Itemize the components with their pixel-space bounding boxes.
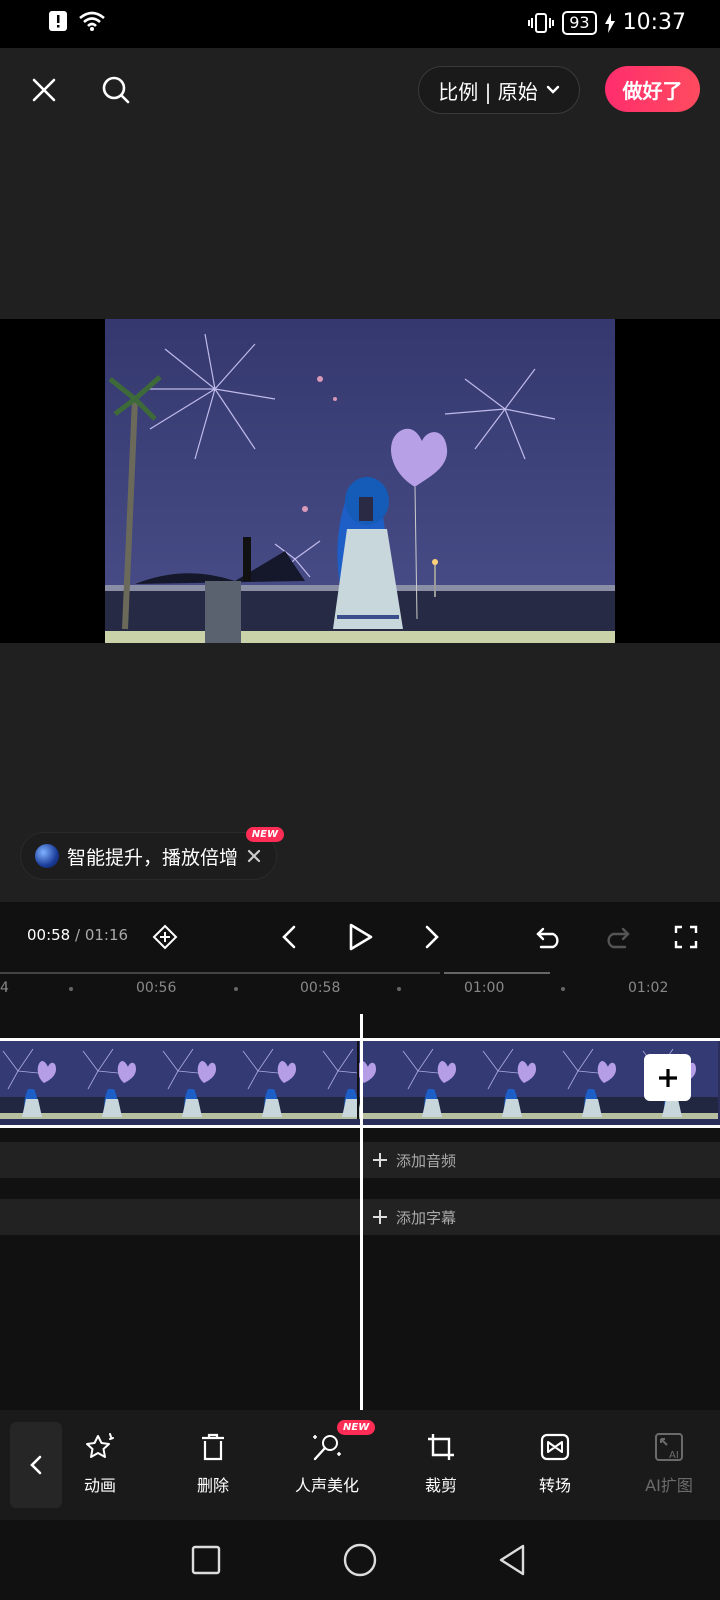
plus-icon [658, 1068, 677, 1087]
video-letterbox [0, 319, 720, 643]
close-icon [32, 78, 56, 102]
system-navigation-bar [0, 1520, 720, 1600]
close-button[interactable] [26, 72, 62, 108]
delete-label: 删除 [196, 1476, 229, 1495]
undo-icon [536, 927, 559, 949]
magic-mic-icon [313, 1435, 341, 1461]
add-audio-button[interactable]: 添加音频 [372, 1142, 456, 1178]
aspect-ratio-dropdown[interactable]: 比例 | 原始 [418, 66, 580, 114]
ruler-label: 00:56 [136, 980, 177, 996]
play-button[interactable] [340, 916, 382, 958]
close-icon[interactable] [246, 848, 262, 864]
add-subtitle-button[interactable]: 添加字幕 [372, 1199, 456, 1235]
done-label: 做好了 [622, 78, 683, 103]
transition-tool[interactable]: 转场 [505, 1432, 605, 1496]
alert-notification-icon [49, 11, 67, 31]
ruler-label: 00:58 [300, 980, 341, 996]
circle-icon [343, 1543, 377, 1577]
keyframe-button[interactable] [148, 920, 182, 954]
edit-toolbar: 动画 删除 人声美化 NEW 裁剪 转场 AI AI扩图 [0, 1410, 720, 1520]
ruler-tick [397, 987, 401, 991]
add-subtitle-label: 添加字幕 [396, 1208, 457, 1227]
plus-icon [373, 1153, 387, 1167]
status-bar: 93 10:37 [0, 0, 720, 48]
ruler-tick [69, 987, 73, 991]
redo-button[interactable] [600, 920, 634, 954]
video-preview[interactable] [105, 319, 615, 643]
new-badge: NEW [337, 1420, 376, 1435]
home-button[interactable] [340, 1540, 380, 1580]
preview-area: 智能提升，播放倍增 NEW [0, 132, 720, 902]
play-icon [349, 923, 373, 951]
ruler-label: 01:02 [628, 980, 669, 996]
timeline-ruler[interactable]: 4 00:56 00:58 01:00 01:02 [0, 972, 720, 1002]
triangle-back-icon [499, 1544, 525, 1576]
smart-boost-banner[interactable]: 智能提升，播放倍增 NEW [20, 827, 285, 880]
vibrate-icon [528, 12, 555, 33]
trash-icon [202, 1433, 224, 1461]
ruler-label: 4 [0, 980, 9, 996]
voice-beautify-label: 人声美化 [294, 1476, 359, 1495]
chevron-right-icon [425, 925, 439, 949]
animation-tool[interactable]: 动画 [50, 1432, 150, 1496]
ruler-label: 01:00 [464, 980, 505, 996]
redo-icon [607, 927, 630, 949]
playback-controls: 00:58 / 01:16 [0, 902, 720, 972]
chevron-left-icon [30, 1455, 42, 1475]
crop-label: 裁剪 [424, 1476, 457, 1495]
ai-expand-icon: AI [655, 1433, 683, 1461]
add-audio-label: 添加音频 [396, 1151, 457, 1170]
ai-expand-tool[interactable]: AI AI扩图 [619, 1432, 719, 1496]
transition-icon [540, 1433, 570, 1461]
fullscreen-button[interactable] [669, 920, 703, 954]
playhead[interactable] [360, 1014, 363, 1410]
plus-icon [373, 1210, 387, 1224]
aspect-ratio-label: 比例 | 原始 [438, 79, 538, 104]
voice-beautify-tool[interactable]: 人声美化 NEW [277, 1420, 377, 1496]
delete-tool[interactable]: 删除 [163, 1432, 263, 1496]
ruler-tick [561, 987, 565, 991]
crop-icon [428, 1434, 454, 1460]
scroll-indicator [0, 972, 440, 974]
clock: 10:37 [622, 10, 686, 35]
battery-level: 93 [562, 10, 597, 35]
crop-tool[interactable]: 裁剪 [391, 1432, 491, 1496]
video-frame-image [105, 319, 615, 643]
transition-label: 转场 [538, 1476, 571, 1495]
square-icon [191, 1545, 221, 1575]
scroll-indicator-thumb [444, 972, 550, 974]
search-button[interactable] [96, 70, 136, 110]
previous-frame-button[interactable] [272, 920, 306, 954]
keyframe-diamond-icon [152, 924, 178, 950]
wifi-icon [79, 11, 105, 31]
next-frame-button[interactable] [415, 920, 449, 954]
editor-top-bar: 比例 | 原始 做好了 [0, 48, 720, 132]
time-separator: / [70, 926, 85, 944]
ruler-tick [234, 987, 238, 991]
star-sparkle-icon [86, 1433, 114, 1458]
charging-icon [604, 12, 615, 33]
svg-text:AI: AI [669, 1450, 679, 1461]
chevron-left-icon [282, 925, 296, 949]
animation-label: 动画 [83, 1476, 116, 1495]
current-time: 00:58 [27, 926, 71, 944]
smart-boost-text: 智能提升，播放倍增 [67, 846, 239, 869]
ai-expand-label: AI扩图 [645, 1476, 693, 1495]
new-badge: NEW [245, 827, 285, 842]
done-button[interactable]: 做好了 [605, 66, 700, 112]
time-display: 00:58 / 01:16 [27, 926, 128, 944]
total-duration: 01:16 [84, 926, 129, 944]
back-button[interactable] [492, 1540, 532, 1580]
search-icon [102, 76, 130, 104]
fullscreen-icon [674, 925, 698, 949]
globe-icon [35, 844, 59, 868]
undo-button[interactable] [532, 920, 566, 954]
chevron-down-icon [546, 85, 559, 94]
recents-button[interactable] [186, 1540, 226, 1580]
add-clip-button[interactable] [644, 1054, 691, 1101]
